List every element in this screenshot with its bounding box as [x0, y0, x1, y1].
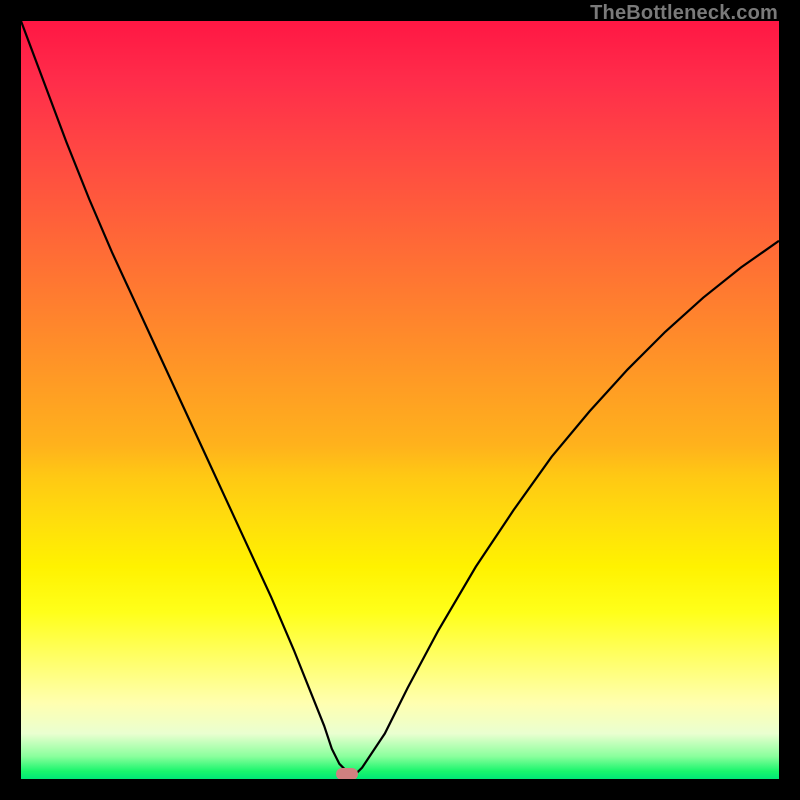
chart-curve [21, 21, 779, 779]
watermark-text: TheBottleneck.com [590, 2, 778, 25]
chart-marker [336, 768, 358, 779]
chart-frame: TheBottleneck.com [0, 0, 800, 800]
curve-path [21, 21, 779, 775]
chart-plot-area [21, 21, 779, 779]
